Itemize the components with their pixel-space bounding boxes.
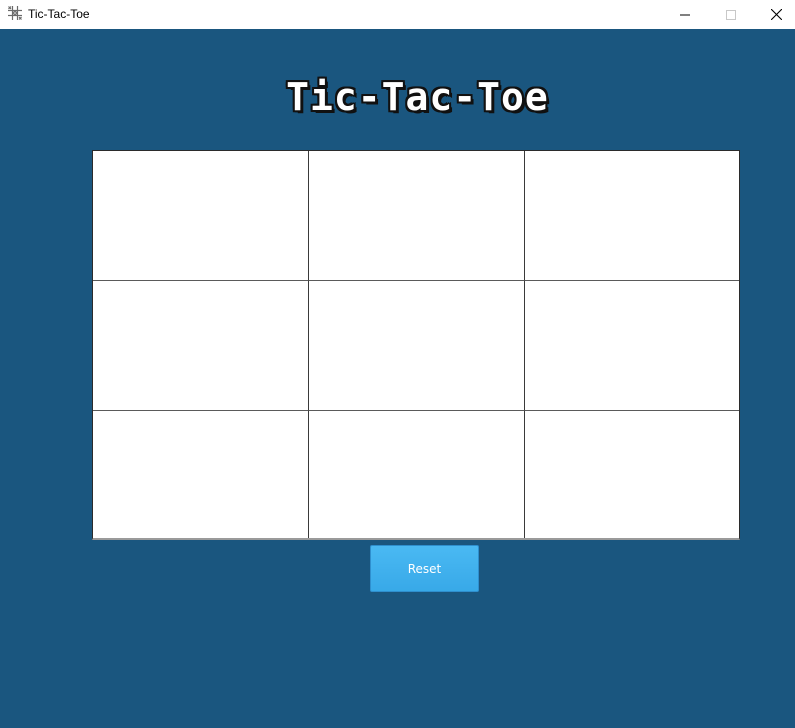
board-cell-r2-c1[interactable] (93, 281, 309, 411)
board-cell-r3-c1[interactable] (93, 411, 309, 538)
game-area: Tic-Tac-Toe Reset (0, 29, 795, 728)
window-title: Tic-Tac-Toe (28, 7, 90, 21)
tic-tac-toe-grid-icon (7, 5, 23, 21)
reset-button[interactable]: Reset (370, 545, 479, 592)
board-cell-r1-c2[interactable] (309, 151, 525, 281)
board-cell-r1-c3[interactable] (525, 151, 739, 281)
game-title: Tic-Tac-Toe (286, 75, 549, 119)
close-button[interactable] (753, 0, 795, 29)
close-icon (770, 9, 782, 20)
minimize-icon (680, 10, 690, 20)
minimize-button[interactable] (662, 0, 708, 29)
game-board (92, 150, 740, 540)
app-window: Tic-Tac-Toe Tic-Tac-Toe Reset (0, 0, 795, 728)
board-cell-r3-c2[interactable] (309, 411, 525, 538)
title-bar[interactable]: Tic-Tac-Toe (0, 0, 795, 29)
maximize-button[interactable] (708, 0, 754, 29)
board-cell-r2-c3[interactable] (525, 281, 739, 411)
maximize-icon (726, 9, 736, 20)
board-cell-r2-c2[interactable] (309, 281, 525, 411)
board-cell-r1-c1[interactable] (93, 151, 309, 281)
board-cell-r3-c3[interactable] (525, 411, 739, 538)
